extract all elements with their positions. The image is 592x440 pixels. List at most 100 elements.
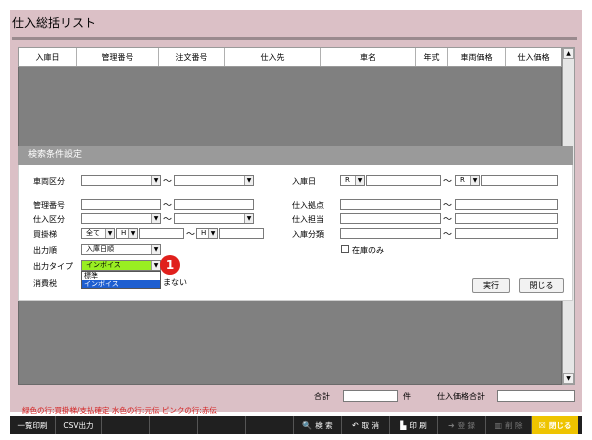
range-separator: 〜 [443, 201, 453, 211]
output-type-label: 出力タイプ [33, 262, 73, 271]
column-header-model-year[interactable]: 年式 [416, 48, 448, 66]
consumption-tax-label: 消費税 [33, 279, 57, 288]
purchase-staff-label: 仕入担当 [292, 215, 324, 224]
range-separator: 〜 [443, 215, 453, 225]
function-slot-empty [150, 416, 198, 434]
scroll-up-icon[interactable]: ▲ [563, 48, 574, 59]
chevron-down-icon: ▼ [355, 176, 364, 185]
purchase-staff-from-input[interactable] [340, 213, 441, 224]
column-header-supplier[interactable]: 仕入先 [225, 48, 321, 66]
chevron-down-icon: ▼ [105, 229, 114, 238]
vehicle-category-from-select[interactable]: ▼ [81, 175, 161, 186]
dropdown-option-invoice[interactable]: インボイス [82, 280, 160, 288]
print-button[interactable]: ▙ 印 刷 [390, 416, 438, 434]
csv-output-button[interactable]: CSV出力 [56, 416, 102, 434]
chevron-down-icon: ▼ [470, 176, 479, 185]
stock-date-era-to-select[interactable]: R ▼ [455, 175, 480, 186]
vehicle-category-to-select[interactable]: ▼ [174, 175, 254, 186]
purchase-category-from-select[interactable]: ▼ [81, 213, 161, 224]
stock-date-era-from-select[interactable]: R ▼ [340, 175, 365, 186]
purchase-staff-to-input[interactable] [455, 213, 558, 224]
count-unit-label: 件 [403, 392, 411, 401]
management-no-label: 管理番号 [33, 201, 65, 210]
grid-header: 入庫日 管理番号 注文番号 仕入先 車名 年式 車両価格 仕入価格 [18, 47, 562, 67]
payable-date-to-input[interactable] [219, 228, 264, 239]
search-icon: 🔍 [302, 420, 313, 430]
row-color-legend: 緑色の行:買掛梯/支払確定 水色の行:元伝 ピンクの行:赤伝 [22, 406, 217, 415]
chevron-down-icon: ▼ [151, 261, 160, 270]
range-separator: 〜 [186, 230, 196, 240]
window-title: 仕入総括リスト [12, 16, 97, 30]
purchase-total-label: 仕入価格合計 [437, 392, 485, 401]
column-header-order-no[interactable]: 注文番号 [159, 48, 225, 66]
in-stock-only-label: 在庫のみ [352, 246, 384, 255]
output-order-select[interactable]: 入庫日順 ▼ [81, 244, 161, 255]
bottom-toolbar: 一覧印刷 CSV出力 🔍 検 索 ↶ 取 消 ▙ 印 刷 ➜ 登 録 ▥ 削 除 ☒ 閉じる [10, 416, 582, 434]
purchase-total-field [497, 390, 575, 402]
column-header-stock-date[interactable]: 入庫日 [19, 48, 77, 66]
output-type-dropdown-list[interactable]: 標準 インボイス [81, 271, 161, 289]
print-list-label: 一覧印刷 [17, 420, 48, 430]
function-slot-empty [102, 416, 150, 434]
execute-button[interactable]: 実行 [472, 278, 510, 293]
delete-label: 削 除 [505, 420, 523, 430]
close-dialog-button[interactable]: 閉じる [519, 278, 564, 293]
payable-label: 買掛梯 [33, 230, 57, 239]
chevron-down-icon: ▼ [128, 229, 137, 238]
payable-era-to-select[interactable]: H ▼ [196, 228, 218, 239]
function-slot-empty [198, 416, 246, 434]
delete-button[interactable]: ▥ 削 除 [486, 416, 532, 434]
printer-icon: ▙ [400, 420, 407, 430]
management-no-from-input[interactable] [81, 199, 161, 210]
stock-date-to-input[interactable] [481, 175, 558, 186]
purchase-base-label: 仕入拠点 [292, 201, 324, 210]
range-separator: 〜 [443, 230, 453, 240]
range-separator: 〜 [163, 177, 173, 187]
payable-status-select[interactable]: 全て ▼ [81, 228, 115, 239]
payable-date-from-input[interactable] [139, 228, 184, 239]
print-list-button[interactable]: 一覧印刷 [10, 416, 56, 434]
register-button[interactable]: ➜ 登 録 [438, 416, 486, 434]
management-no-to-input[interactable] [174, 199, 254, 210]
total-label: 合計 [314, 392, 330, 401]
output-order-label: 出力順 [33, 246, 57, 255]
register-label: 登 録 [457, 420, 476, 430]
column-header-vehicle-name[interactable]: 車名 [321, 48, 416, 66]
stock-class-label: 入庫分類 [292, 230, 324, 239]
purchase-base-to-input[interactable] [455, 199, 558, 210]
dialog-title: 検索条件設定 [18, 146, 573, 165]
consumption-tax-option-text: まない [163, 278, 187, 287]
in-stock-only-checkbox[interactable] [341, 245, 349, 253]
total-count-field [343, 390, 398, 402]
purchase-category-to-select[interactable]: ▼ [174, 213, 254, 224]
title-divider [12, 37, 577, 40]
cancel-button[interactable]: ↶ 取 消 [342, 416, 390, 434]
scroll-down-icon[interactable]: ▼ [563, 373, 574, 384]
range-separator: 〜 [443, 177, 453, 187]
step-number-badge: 1 [160, 255, 180, 275]
chevron-down-icon: ▼ [208, 229, 217, 238]
range-separator: 〜 [163, 201, 173, 211]
stock-class-from-input[interactable] [340, 228, 441, 239]
chevron-down-icon: ▼ [151, 176, 160, 185]
chevron-down-icon: ▼ [244, 214, 253, 223]
search-label: 検 索 [315, 420, 333, 430]
vehicle-category-label: 車両区分 [33, 177, 65, 186]
close-label: 閉じる [548, 420, 572, 430]
search-button[interactable]: 🔍 検 索 [294, 416, 342, 434]
column-header-management-no[interactable]: 管理番号 [77, 48, 159, 66]
stock-date-from-input[interactable] [366, 175, 441, 186]
chevron-down-icon: ▼ [151, 245, 160, 254]
dropdown-option-standard[interactable]: 標準 [82, 272, 160, 280]
purchase-base-from-input[interactable] [340, 199, 441, 210]
output-type-select[interactable]: インボイス ▼ [81, 260, 161, 271]
range-separator: 〜 [163, 215, 173, 225]
stock-class-to-input[interactable] [455, 228, 558, 239]
payable-era-from-select[interactable]: H ▼ [116, 228, 138, 239]
close-button[interactable]: ☒ 閉じる [532, 416, 578, 434]
column-header-vehicle-price[interactable]: 車両価格 [448, 48, 506, 66]
stock-date-label: 入庫日 [292, 177, 316, 186]
chevron-down-icon: ▼ [244, 176, 253, 185]
column-header-purchase-price[interactable]: 仕入価格 [506, 48, 561, 66]
close-icon: ☒ [538, 420, 546, 430]
